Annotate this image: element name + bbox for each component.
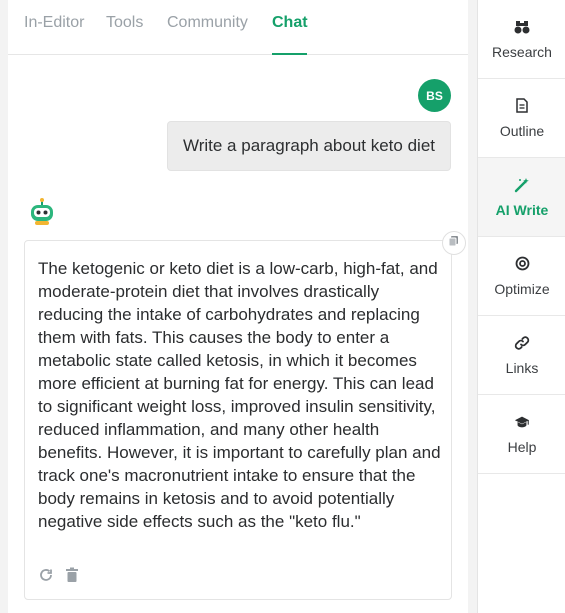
user-message: Write a paragraph about keto diet [167, 121, 451, 171]
bot-avatar-icon [27, 197, 57, 227]
sidebar-item-label: Links [505, 359, 539, 376]
sidebar-item-label: Research [492, 43, 552, 60]
sidebar-item-outline[interactable]: Outline [478, 79, 565, 158]
tab-in-editor[interactable]: In-Editor [24, 14, 84, 55]
bot-response-text: The ketogenic or keto diet is a low-carb… [38, 259, 441, 531]
sidebar-item-label: Help [507, 438, 537, 455]
sidebar-item-research[interactable]: Research [478, 0, 565, 79]
right-sidebar: Research Outline AI Write Optimize Links… [477, 0, 565, 613]
trash-icon[interactable] [63, 566, 81, 584]
sidebar-item-optimize[interactable]: Optimize [478, 237, 565, 316]
binoculars-icon [514, 19, 530, 35]
tab-bar: In-Editor Tools Community Chat [8, 0, 468, 55]
response-actions [37, 566, 81, 584]
copy-icon [448, 234, 460, 252]
user-avatar: BS [418, 79, 451, 112]
chat-panel: In-Editor Tools Community Chat BS Write … [8, 0, 468, 613]
tab-tools[interactable]: Tools [106, 14, 143, 55]
user-message-text: Write a paragraph about keto diet [182, 136, 435, 155]
document-icon [514, 98, 530, 114]
tab-chat[interactable]: Chat [272, 14, 308, 55]
sidebar-item-label: AI Write [495, 201, 549, 218]
target-icon [514, 256, 530, 272]
graduation-cap-icon [514, 414, 530, 430]
sidebar-item-help[interactable]: Help [478, 395, 565, 474]
link-icon [514, 335, 530, 351]
bot-response-card: The ketogenic or keto diet is a low-carb… [24, 231, 466, 600]
tab-community[interactable]: Community [167, 14, 248, 55]
sidebar-item-ai-write[interactable]: AI Write [478, 158, 565, 237]
app-window: In-Editor Tools Community Chat BS Write … [0, 0, 565, 613]
regenerate-icon[interactable] [37, 566, 55, 584]
sidebar-item-links[interactable]: Links [478, 316, 565, 395]
sidebar-item-label: Outline [499, 122, 545, 139]
copy-button[interactable] [442, 231, 466, 255]
magic-wand-icon [514, 177, 530, 193]
sidebar-item-label: Optimize [494, 280, 550, 297]
